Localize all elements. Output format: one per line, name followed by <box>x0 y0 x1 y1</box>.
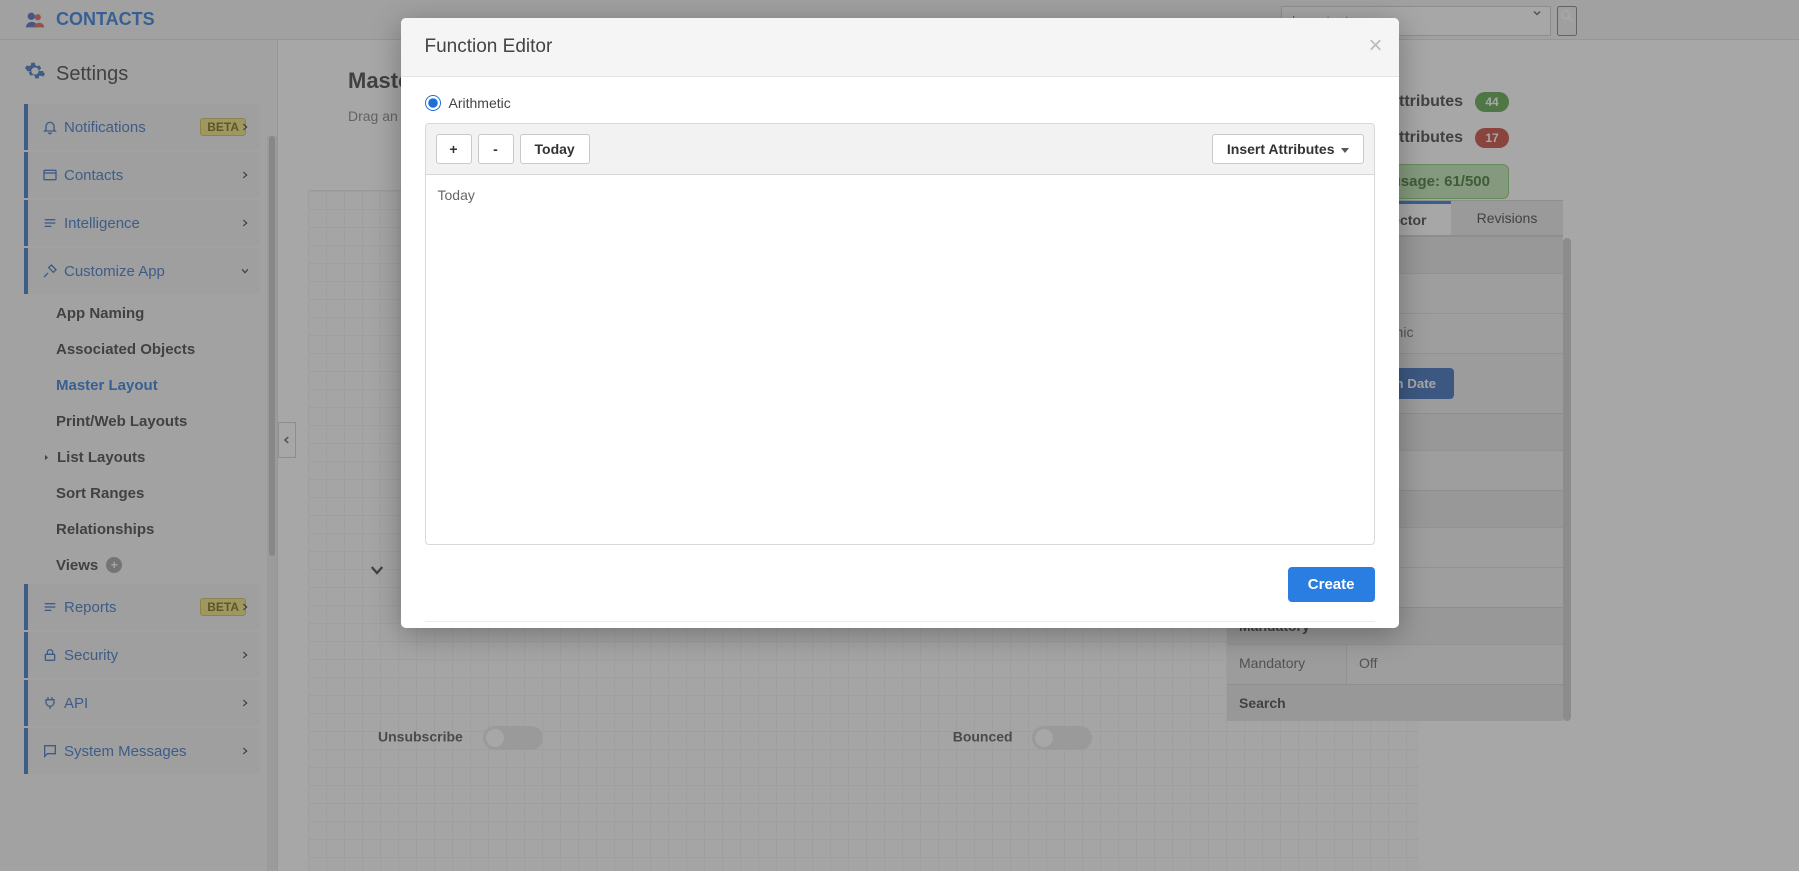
modal-title: Function Editor <box>425 36 553 57</box>
today-button[interactable]: Today <box>520 134 590 164</box>
modal-header: Function Editor × <box>401 18 1399 77</box>
function-editor-textarea[interactable]: Today <box>425 175 1375 545</box>
close-button[interactable]: × <box>1368 32 1382 60</box>
modal-body: Arithmetic + - Today Insert Attributes T… <box>401 77 1399 553</box>
radio-label: Arithmetic <box>449 95 511 111</box>
editor-content: Today <box>438 187 475 203</box>
radio-arithmetic[interactable]: Arithmetic <box>425 95 1375 111</box>
modal-footer: Create <box>401 553 1399 628</box>
insert-attributes-dropdown[interactable]: Insert Attributes <box>1212 134 1364 164</box>
close-icon: × <box>1368 32 1382 59</box>
plus-button[interactable]: + <box>436 134 472 164</box>
function-editor-modal: Function Editor × Arithmetic + - Today I… <box>401 18 1399 628</box>
radio-arithmetic-input[interactable] <box>425 95 441 111</box>
minus-button[interactable]: - <box>478 134 514 164</box>
function-toolbar: + - Today Insert Attributes <box>425 123 1375 175</box>
create-button[interactable]: Create <box>1288 567 1375 602</box>
